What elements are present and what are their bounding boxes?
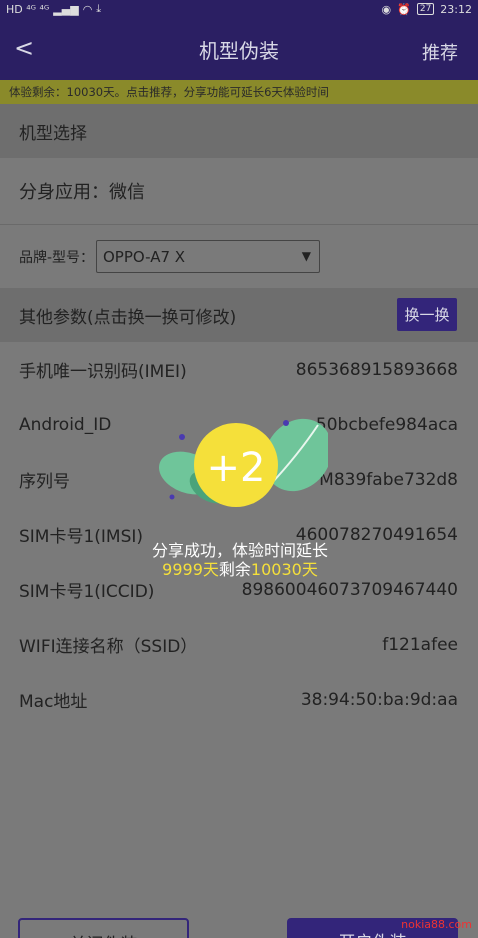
alarm-icon: ⏰ [397, 2, 411, 16]
param-row-imei[interactable]: 手机唯一识别码(IMEI) 865368915893668 [0, 342, 478, 397]
signal-icon: ▂▄▆ [53, 2, 79, 16]
param-label: WIFI连接名称（SSID） [19, 637, 198, 657]
page-title: 机型伪装 [199, 38, 279, 63]
close-disguise-button[interactable]: 关闭伪装 [18, 918, 189, 938]
popup-remaining-days: 10030天 [250, 560, 318, 579]
param-label: Android_ID [19, 414, 112, 435]
param-value: 865368915893668 [295, 359, 458, 380]
trial-banner: 体验剩余：10030天。点击推荐，分享功能可延长6天体验时间 [0, 80, 478, 104]
back-button[interactable]: < [14, 34, 34, 62]
param-label: 序列号 [19, 472, 70, 492]
section-other-title: 其他参数(点击换一换可修改) [19, 307, 237, 328]
popup-remaining-label: 剩余 [218, 560, 251, 579]
popup-summary: 9999天剩余10030天 [130, 556, 350, 580]
status-left-text: HD ⁴ᴳ ⁴ᴳ [6, 2, 50, 16]
param-row-mac[interactable]: Mac地址 38:94:50:ba:9d:aa [0, 672, 478, 727]
param-label: 手机唯一识别码(IMEI) [19, 362, 187, 382]
battery-level: 27 [416, 3, 435, 15]
dropdown-caret-icon: ▼ [301, 249, 311, 263]
popup-days-added: 9999天 [162, 560, 219, 579]
param-label: SIM卡号1(IMSI) [19, 527, 144, 547]
brand-model-value: OPPO-A7 X [103, 247, 186, 266]
status-time: 23:12 [440, 2, 472, 16]
recommend-button[interactable]: 推荐 [422, 39, 458, 65]
section-model-header: 机型选择 [0, 104, 478, 158]
brand-model-select[interactable]: OPPO-A7 X ▼ [96, 240, 320, 273]
param-row-ssid[interactable]: WIFI连接名称（SSID） f121afee [0, 617, 478, 672]
param-label: Mac地址 [19, 692, 88, 712]
wifi-icon: ◠ [82, 2, 93, 16]
leaf-badge-icon: +2 [158, 418, 328, 507]
clone-app-row: 分身应用：微信 [0, 158, 478, 224]
app-bar: < 机型伪装 推荐 [0, 18, 478, 80]
brand-label: 品牌-型号： [19, 249, 95, 266]
popup-badge: +2 [207, 445, 266, 491]
clone-app-label: 分身应用：微信 [19, 182, 145, 203]
param-value: f121afee [382, 634, 458, 655]
param-value: 38:94:50:ba:9d:aa [300, 689, 458, 710]
swap-button[interactable]: 换一换 [397, 298, 457, 331]
watermark: nokia88.com [401, 918, 472, 931]
download-icon: ⤓ [96, 2, 102, 15]
share-success-popup: +2 分享成功，体验时间延长 9999天剩余10030天 [130, 415, 350, 585]
eye-icon: ◉ [381, 2, 392, 16]
status-bar: HD ⁴ᴳ ⁴ᴳ ▂▄▆ ◠ ⤓ ◉ ⏰ 27 23:12 [0, 0, 478, 18]
